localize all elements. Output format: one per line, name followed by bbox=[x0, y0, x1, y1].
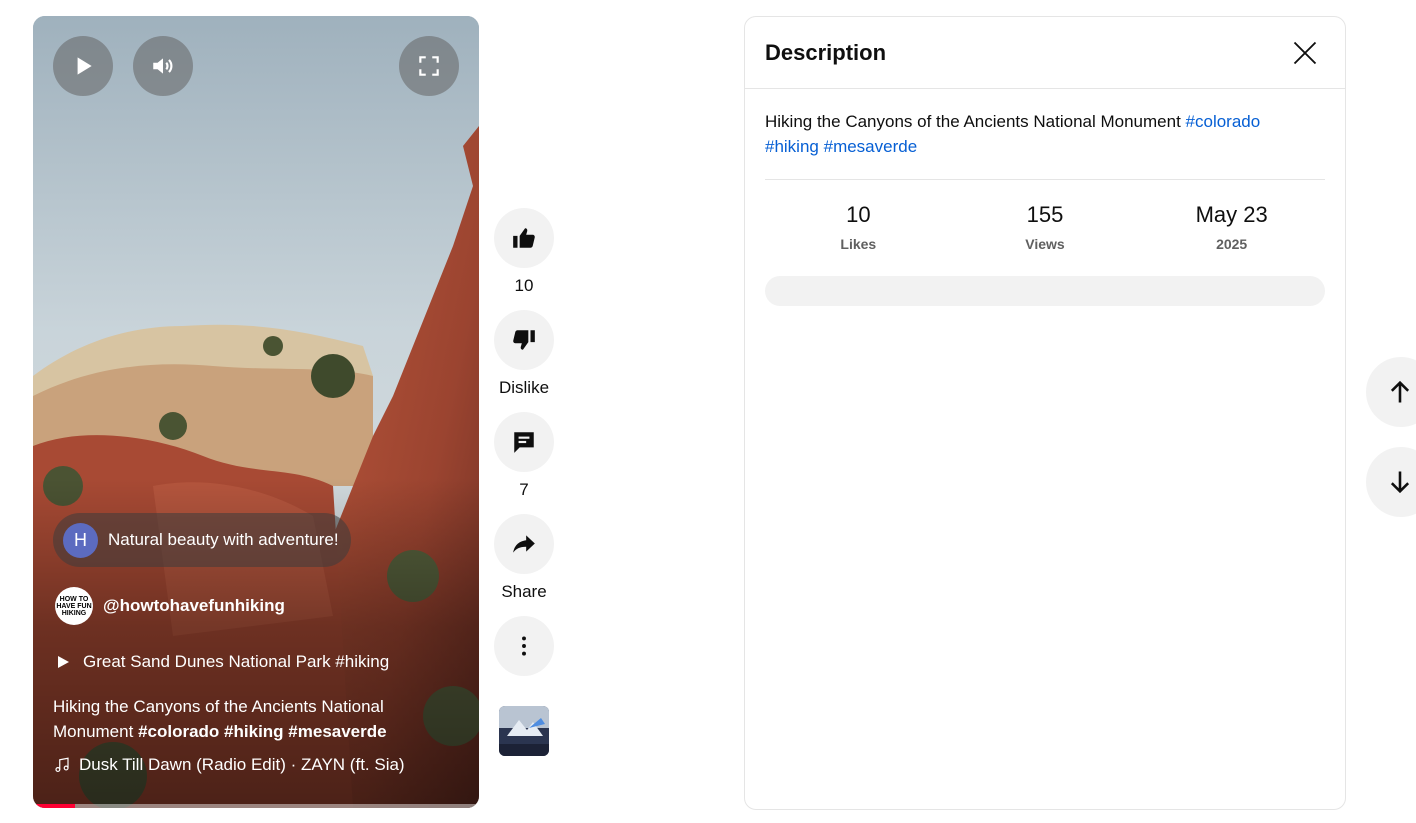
dislike-action: Dislike bbox=[494, 310, 554, 398]
shorts-video-player[interactable]: H Natural beauty with adventure! HOW TO … bbox=[33, 16, 479, 808]
hashtag-link[interactable]: #hiking bbox=[224, 722, 284, 741]
channel-logo[interactable]: HOW TO HAVE FUN HIKING bbox=[55, 587, 93, 625]
dislike-button[interactable] bbox=[494, 310, 554, 370]
play-small-icon bbox=[58, 656, 69, 668]
stat-value: 10 bbox=[846, 202, 871, 227]
stat-value: 155 bbox=[1026, 202, 1064, 227]
previous-video-button[interactable] bbox=[1366, 357, 1416, 427]
volume-icon bbox=[153, 58, 173, 74]
stat-date: May 23 2025 bbox=[1152, 202, 1312, 252]
more-options-button[interactable] bbox=[494, 616, 554, 676]
avatar: H bbox=[63, 522, 98, 558]
hashtag-link[interactable]: #hiking bbox=[765, 137, 819, 156]
hashtag-link[interactable]: #mesaverde bbox=[824, 137, 918, 156]
share-action: Share bbox=[494, 514, 554, 602]
music-note-icon bbox=[55, 757, 69, 772]
comment-teaser[interactable]: H Natural beauty with adventure! bbox=[53, 513, 351, 567]
description-panel: Description Hiking the Canyons of the An… bbox=[744, 16, 1346, 810]
like-button[interactable] bbox=[494, 208, 554, 268]
volume-button[interactable] bbox=[133, 36, 193, 96]
music-track-title: Dusk Till Dawn (Radio Edit) · ZAYN (ft. … bbox=[79, 755, 405, 774]
description-text: Hiking the Canyons of the Ancients Natio… bbox=[765, 109, 1305, 159]
channel-info[interactable]: HOW TO HAVE FUN HIKING @howtohavefunhiki… bbox=[55, 587, 285, 625]
stat-value: May 23 bbox=[1195, 202, 1268, 227]
music-track-link[interactable]: Dusk Till Dawn (Radio Edit) · ZAYN (ft. … bbox=[53, 755, 405, 775]
stat-views: 155 Views bbox=[965, 202, 1125, 252]
close-icon bbox=[1293, 41, 1317, 64]
video-caption: Hiking the Canyons of the Ancients Natio… bbox=[53, 694, 423, 744]
loading-placeholder bbox=[765, 276, 1325, 306]
comment-teaser-text: Natural beauty with adventure! bbox=[108, 530, 339, 549]
share-button[interactable] bbox=[494, 514, 554, 574]
description-sentence: Hiking the Canyons of the Ancients Natio… bbox=[765, 112, 1181, 131]
play-button[interactable] bbox=[53, 36, 113, 96]
sound-thumbnail-image bbox=[499, 706, 549, 756]
comments-action: 7 bbox=[494, 412, 554, 500]
arrow-down-icon bbox=[1390, 471, 1410, 494]
playlist-title: Great Sand Dunes National Park #hiking bbox=[83, 652, 390, 671]
stat-label: Views bbox=[1025, 236, 1065, 252]
description-body: Hiking the Canyons of the Ancients Natio… bbox=[745, 89, 1345, 306]
thumbs-up-icon bbox=[513, 228, 535, 248]
hashtag-link[interactable]: #mesaverde bbox=[288, 722, 386, 741]
dislike-label: Dislike bbox=[498, 378, 550, 397]
share-icon bbox=[513, 535, 535, 553]
panel-title: Description bbox=[765, 39, 887, 65]
stat-label: 2025 bbox=[1216, 236, 1248, 252]
stats-row: 10 Likes 155 Views May 23 2025 bbox=[765, 180, 1325, 252]
more-action bbox=[494, 616, 554, 676]
action-bar: 10 Dislike 7 Share bbox=[494, 208, 554, 756]
stat-likes: 10 Likes bbox=[778, 202, 938, 252]
like-count: 10 bbox=[514, 276, 534, 295]
thumbs-down-icon bbox=[513, 330, 535, 350]
fullscreen-icon bbox=[419, 56, 439, 76]
close-button[interactable] bbox=[1285, 33, 1325, 73]
like-action: 10 bbox=[494, 208, 554, 296]
progress-bar[interactable] bbox=[33, 804, 479, 808]
more-vertical-icon bbox=[522, 636, 526, 656]
fullscreen-button[interactable] bbox=[399, 36, 459, 96]
play-icon bbox=[77, 57, 92, 75]
hashtag-link[interactable]: #colorado bbox=[138, 722, 219, 741]
share-label: Share bbox=[501, 582, 547, 601]
hashtag-link[interactable]: #colorado bbox=[1186, 112, 1261, 131]
playlist-link[interactable]: Great Sand Dunes National Park #hiking bbox=[55, 652, 389, 672]
comment-count: 7 bbox=[519, 480, 529, 499]
panel-header: Description bbox=[745, 17, 1345, 89]
sound-thumbnail[interactable] bbox=[499, 706, 549, 756]
channel-logo-text: HOW TO HAVE FUN HIKING bbox=[56, 595, 92, 617]
channel-handle[interactable]: @howtohavefunhiking bbox=[103, 596, 285, 616]
progress-fill bbox=[33, 804, 76, 808]
comment-icon bbox=[514, 432, 534, 453]
arrow-up-icon bbox=[1390, 380, 1410, 403]
stat-label: Likes bbox=[840, 236, 877, 252]
next-video-button[interactable] bbox=[1366, 447, 1416, 517]
comments-button[interactable] bbox=[494, 412, 554, 472]
